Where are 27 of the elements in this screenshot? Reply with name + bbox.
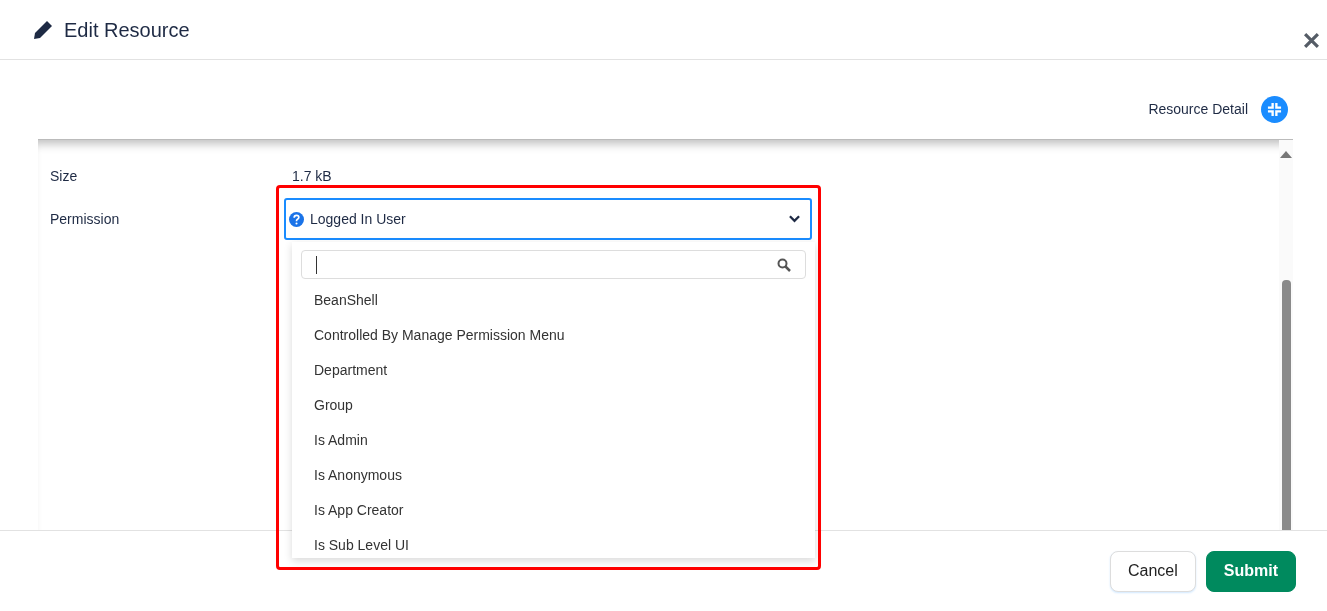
cancel-button[interactable]: Cancel bbox=[1109, 550, 1196, 592]
submit-button[interactable]: Submit bbox=[1205, 550, 1296, 592]
dropdown-option[interactable]: Is Anonymous bbox=[292, 458, 815, 493]
scroll-up-icon[interactable] bbox=[1280, 150, 1292, 158]
chevron-icon bbox=[789, 215, 800, 223]
window-title: Edit Resource bbox=[64, 17, 190, 43]
dropdown-option[interactable]: BeanShell bbox=[292, 283, 815, 318]
field-label: Size bbox=[50, 166, 79, 186]
collapse-button[interactable] bbox=[1261, 96, 1288, 123]
search-field[interactable] bbox=[301, 250, 806, 279]
dropdown-option[interactable]: Group bbox=[292, 388, 815, 423]
dropdown-option[interactable]: Controlled By Manage Permission Menu bbox=[292, 318, 815, 353]
search-icon bbox=[777, 257, 791, 272]
section-title: Resource Detail bbox=[1148, 100, 1248, 119]
dropdown-option[interactable]: Department bbox=[292, 353, 815, 388]
field-value: 1.7 kB bbox=[292, 166, 332, 186]
close-button[interactable] bbox=[1301, 30, 1321, 50]
pencil-icon bbox=[33, 19, 53, 40]
text-cursor bbox=[316, 255, 317, 274]
dropdown-option[interactable]: Is Sub Level UI bbox=[292, 528, 815, 563]
dropdown-option[interactable]: Is Admin bbox=[292, 423, 815, 458]
help-icon bbox=[289, 212, 304, 227]
collapse-icon bbox=[1267, 102, 1282, 117]
dropdown-option[interactable]: Is App Creator bbox=[292, 493, 815, 528]
scrollbar[interactable] bbox=[1279, 140, 1293, 530]
permission-select[interactable]: Logged In User bbox=[284, 198, 812, 240]
field-label: Permission bbox=[50, 209, 121, 229]
